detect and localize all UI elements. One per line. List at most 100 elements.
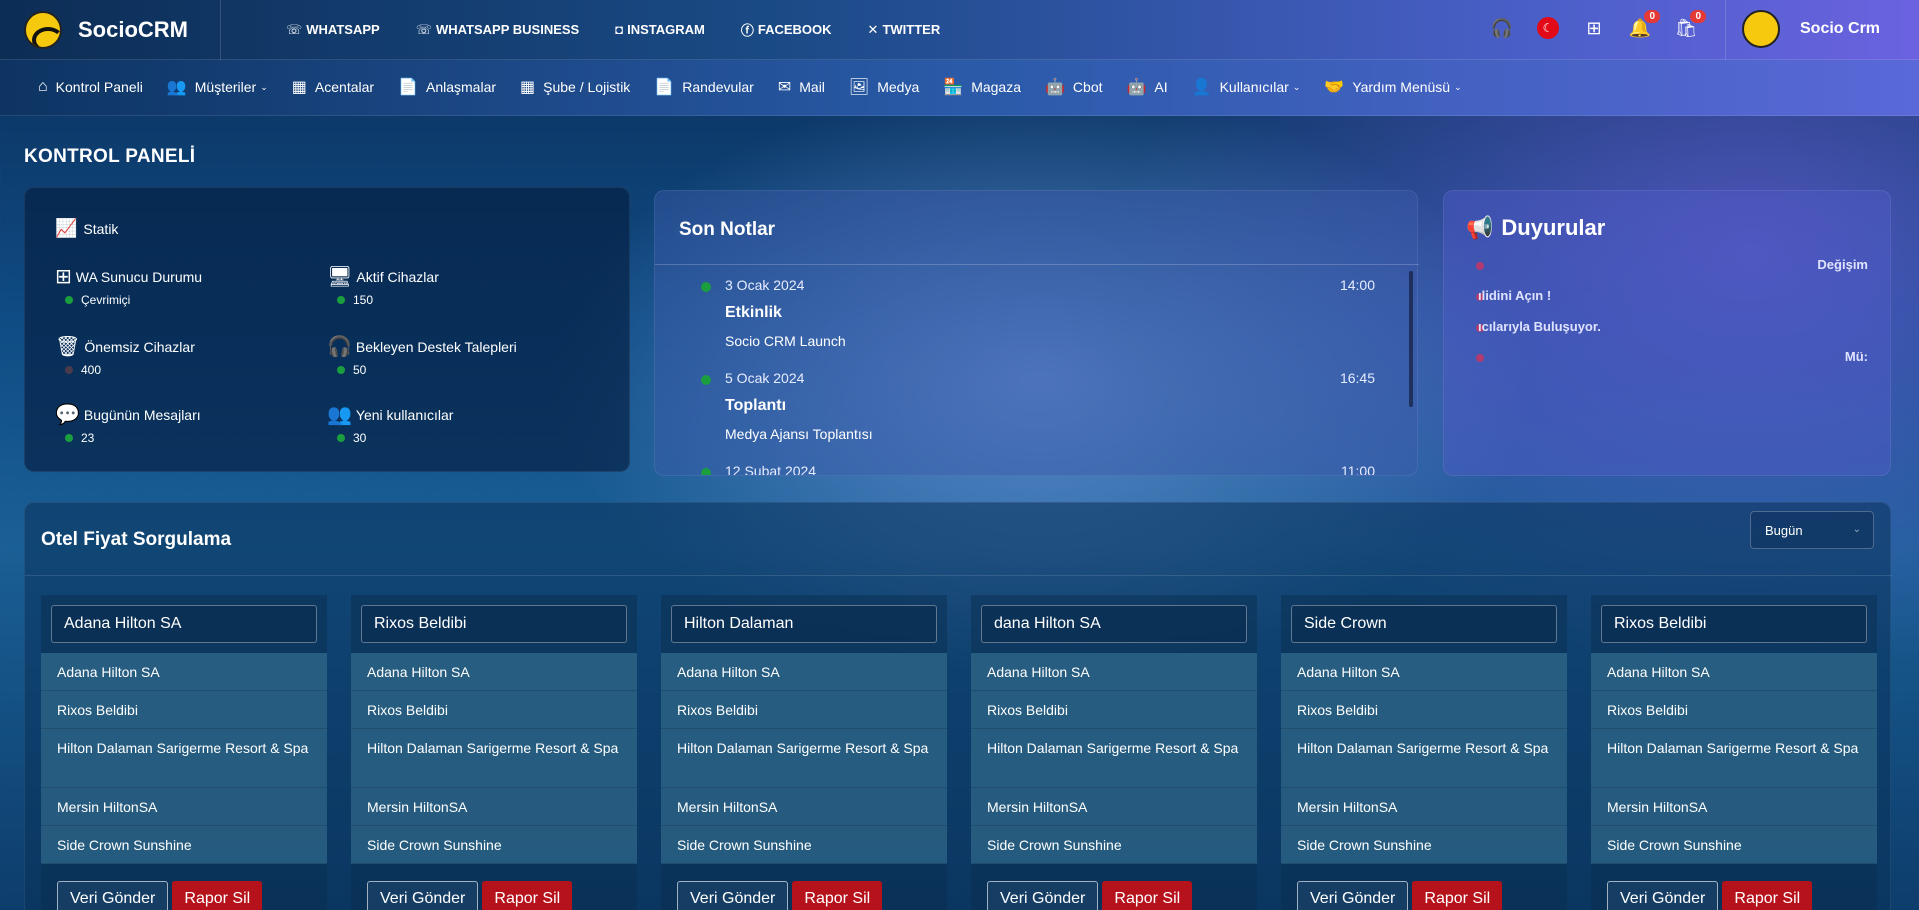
social-label: TWITTER (882, 22, 941, 37)
period-select-value: Bugün (1765, 522, 1803, 538)
hotel-suggestion-item[interactable]: Side Crown Sunshine (1281, 826, 1567, 864)
send-data-button[interactable]: Veri Gönder (677, 881, 789, 910)
notifications-bell-icon[interactable]: 🔔 0 (1628, 10, 1660, 40)
hotel-search-input[interactable] (51, 605, 317, 643)
period-select[interactable]: Bugün ⌄ (1750, 511, 1874, 549)
delete-report-button[interactable]: Rapor Sil (482, 881, 573, 910)
announcement-item[interactable]: ılidini Açın ! (1478, 288, 1551, 303)
hotel-suggestion-item[interactable]: Mersin HiltonSA (351, 788, 637, 826)
hotel-search-input[interactable] (361, 605, 627, 643)
hotel-suggestion-item[interactable]: Adana Hilton SA (351, 653, 637, 691)
note-title: Etkinlik (725, 304, 782, 321)
language-selector[interactable]: ☾ (1536, 16, 1560, 40)
notes-list[interactable]: 3 Ocak 2024 14:00 Etkinlik Socio CRM Launch… (655, 265, 1419, 475)
delete-report-button[interactable]: Rapor Sil (1102, 881, 1193, 910)
hotel-suggestion-item[interactable]: Adana Hilton SA (41, 653, 327, 691)
hotel-suggestion-item[interactable]: Hilton Dalaman Sarigerme Resort & Spa (351, 729, 637, 788)
hotel-suggestion-item[interactable]: Adana Hilton SA (1281, 653, 1567, 691)
hotel-search-input[interactable] (981, 605, 1247, 643)
nav-item-1[interactable]: 👥 Müşteriler ⌄ (167, 77, 268, 97)
nav-item-7[interactable]: 🖼 Medya (849, 77, 919, 97)
nav-item-8[interactable]: 🏪 Magaza (943, 77, 1021, 97)
send-data-button[interactable]: Veri Gönder (367, 881, 479, 910)
hotel-suggestion-item[interactable]: Side Crown Sunshine (1591, 826, 1877, 864)
top-bar: SocioCRM ☏ WHATSAPP ☏ WHATSAPP BUSINESS ◘ INS… (0, 0, 1919, 60)
nav-item-9[interactable]: 🤖 Cbot (1045, 77, 1103, 97)
cart-badge: 0 (1690, 10, 1706, 23)
social-link-facebook[interactable]: ⓕ FACEBOOK (741, 20, 832, 39)
nav-item-2[interactable]: ▦ Acentalar (292, 77, 374, 97)
notes-scrollbar[interactable] (1409, 271, 1413, 407)
nav-item-5[interactable]: 📄 Randevular (654, 77, 754, 97)
nav-item-11[interactable]: 👤 Kullanıcılar ⌄ (1192, 77, 1301, 97)
hotel-suggestion-item[interactable]: Rixos Beldibi (351, 691, 637, 729)
support-headset-icon[interactable]: 🎧 (1490, 16, 1514, 40)
send-data-button[interactable]: Veri Gönder (1297, 881, 1409, 910)
hotel-suggestion-item[interactable]: Side Crown Sunshine (971, 826, 1257, 864)
announcement-item[interactable]: Mü: (1845, 349, 1868, 364)
chevron-down-icon: ⌄ (1852, 524, 1861, 535)
hotel-suggestion-item[interactable]: Side Crown Sunshine (351, 826, 637, 864)
announcement-item[interactable]: ıcılarıyla Buluşuyor. (1478, 319, 1601, 334)
send-data-button[interactable]: Veri Gönder (987, 881, 1099, 910)
delete-report-button[interactable]: Rapor Sil (172, 881, 263, 910)
delete-report-button[interactable]: Rapor Sil (1412, 881, 1503, 910)
stats-card: 📈 Statik ⊞ WA Sunucu Durumu Çevrimiçi 🖥 Akti… (24, 187, 630, 472)
hotel-search-input[interactable] (671, 605, 937, 643)
avatar (1742, 10, 1780, 48)
hotel-suggestion-item[interactable]: Rixos Beldibi (661, 691, 947, 729)
nav-item-4[interactable]: ▦ Şube / Lojistik (520, 77, 630, 97)
hotel-suggestion-item[interactable]: Mersin HiltonSA (971, 788, 1257, 826)
hotel-search-input[interactable] (1601, 605, 1867, 643)
hotel-suggestion-item[interactable]: Adana Hilton SA (1591, 653, 1877, 691)
apps-grid-icon[interactable]: ⊞ (1582, 16, 1606, 40)
status-dot (337, 296, 345, 304)
stat-label-row: 💬 Bugünün Mesajları (55, 402, 201, 427)
hotel-search-input[interactable] (1291, 605, 1557, 643)
social-link-whatsapp[interactable]: ☏ WHATSAPP (286, 20, 380, 39)
stat-value-row: 23 (65, 431, 201, 445)
hotel-suggestion-item[interactable]: Hilton Dalaman Sarigerme Resort & Spa (661, 729, 947, 788)
social-link-whatsapp-business[interactable]: ☏ WHATSAPP BUSINESS (416, 20, 580, 39)
hotel-suggestion-item[interactable]: Rixos Beldibi (1591, 691, 1877, 729)
note-title: Toplantı (725, 397, 787, 414)
stat-value-row: 150 (337, 293, 439, 307)
hotel-suggestion-item[interactable]: Adana Hilton SA (971, 653, 1257, 691)
hotel-suggestion-item[interactable]: Hilton Dalaman Sarigerme Resort & Spa (41, 729, 327, 788)
hotel-suggestion-item[interactable]: Hilton Dalaman Sarigerme Resort & Spa (1591, 729, 1877, 788)
hotel-suggestion-item[interactable]: Rixos Beldibi (41, 691, 327, 729)
nav-item-0[interactable]: ⌂ Kontrol Paneli (38, 77, 143, 97)
social-link-twitter[interactable]: ✕ TWITTER (868, 20, 941, 39)
trash-icon: 🗑 (55, 336, 81, 358)
hotel-suggestion-item[interactable]: Adana Hilton SA (661, 653, 947, 691)
send-data-button[interactable]: Veri Gönder (57, 881, 169, 910)
hotel-suggestion-item[interactable]: Hilton Dalaman Sarigerme Resort & Spa (1281, 729, 1567, 788)
social-link-instagram[interactable]: ◘ INSTAGRAM (615, 20, 705, 39)
announcement-item[interactable]: Değişim (1817, 257, 1868, 272)
hotel-suggestion-item[interactable]: Mersin HiltonSA (661, 788, 947, 826)
hotel-suggestion-item[interactable]: Mersin HiltonSA (41, 788, 327, 826)
hotel-suggestion-item[interactable]: Hilton Dalaman Sarigerme Resort & Spa (971, 729, 1257, 788)
file-contract-icon: 📄 (398, 79, 418, 96)
hotel-suggestion-item[interactable]: Side Crown Sunshine (41, 826, 327, 864)
user-menu[interactable]: Socio Crm (1742, 10, 1880, 48)
delete-report-button[interactable]: Rapor Sil (792, 881, 883, 910)
status-dot (65, 296, 73, 304)
nav-item-12[interactable]: 🤝 Yardım Menüsü ⌄ (1324, 77, 1461, 97)
delete-report-button[interactable]: Rapor Sil (1722, 881, 1813, 910)
divider (220, 0, 221, 60)
hotel-suggestion-item[interactable]: Side Crown Sunshine (661, 826, 947, 864)
nav-item-6[interactable]: ✉ Mail (778, 77, 825, 97)
cart-icon[interactable]: 🛍 0 (1674, 10, 1706, 40)
notifications-badge: 0 (1644, 10, 1660, 23)
hotel-suggestion-item[interactable]: Rixos Beldibi (1281, 691, 1567, 729)
status-dot (337, 366, 345, 374)
hotel-suggestion-item[interactable]: Rixos Beldibi (971, 691, 1257, 729)
send-data-button[interactable]: Veri Gönder (1607, 881, 1719, 910)
nav-item-3[interactable]: 📄 Anlaşmalar (398, 77, 496, 97)
hotel-suggestion-item[interactable]: Mersin HiltonSA (1591, 788, 1877, 826)
brand[interactable]: SocioCRM (24, 10, 188, 50)
timeline-dot (701, 282, 711, 292)
nav-item-10[interactable]: 🤖 AI (1127, 77, 1168, 97)
hotel-suggestion-item[interactable]: Mersin HiltonSA (1281, 788, 1567, 826)
